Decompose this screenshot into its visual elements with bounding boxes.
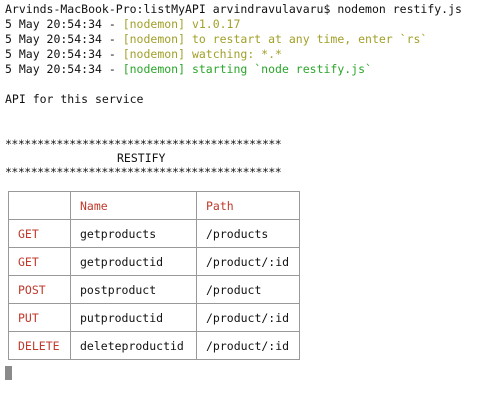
- log-line: 5 May 20:54:34 - [nodemon] v1.0.17: [5, 17, 495, 32]
- route-name: postproduct: [70, 275, 197, 304]
- route-method: DELETE: [8, 331, 71, 360]
- route-name: getproductid: [70, 247, 197, 276]
- route-path: /product/:id: [196, 331, 300, 360]
- log-message: [nodemon] starting `node restify.js`: [122, 62, 372, 76]
- route-path: /product/:id: [196, 247, 300, 276]
- route-name: getproducts: [70, 219, 197, 248]
- route-name: putproductid: [70, 303, 197, 332]
- log-message: [nodemon] watching: *.*: [122, 47, 282, 61]
- log-timestamp: 5 May 20:54:34 -: [5, 62, 123, 76]
- route-path: /product: [196, 275, 300, 304]
- log-line: 5 May 20:54:34 - [nodemon] starting `nod…: [5, 62, 495, 77]
- table-row: PUT putproductid /product/:id: [8, 303, 300, 332]
- log-line: 5 May 20:54:34 - [nodemon] watching: *.*: [5, 47, 495, 62]
- log-message: [nodemon] to restart at any time, enter …: [122, 32, 428, 46]
- route-method: GET: [8, 219, 71, 248]
- command-prompt-line: Arvinds-MacBook-Pro:listMyAPI arvindravu…: [5, 2, 462, 16]
- route-method: POST: [8, 275, 71, 304]
- log-timestamp: 5 May 20:54:34 -: [5, 17, 123, 31]
- table-row: GET getproductid /product/:id: [8, 247, 300, 276]
- route-method: GET: [8, 247, 71, 276]
- banner-title: RESTIFY: [117, 151, 166, 165]
- column-header-path: Path: [196, 191, 300, 220]
- api-heading: API for this service: [5, 92, 144, 106]
- table-row: DELETE deleteproductid /product/:id: [8, 331, 300, 360]
- terminal-output: Arvinds-MacBook-Pro:listMyAPI arvindravu…: [5, 2, 495, 179]
- log-message: [nodemon] v1.0.17: [122, 17, 241, 31]
- routes-table: Name Path GET getproducts /products GET …: [8, 191, 300, 360]
- route-method: PUT: [8, 303, 71, 332]
- log-timestamp: 5 May 20:54:34 -: [5, 47, 123, 61]
- route-path: /product/:id: [196, 303, 300, 332]
- route-name: deleteproductid: [70, 331, 197, 360]
- log-line: 5 May 20:54:34 - [nodemon] to restart at…: [5, 32, 495, 47]
- table-row: GET getproducts /products: [8, 219, 300, 248]
- table-header-row: Name Path: [8, 191, 300, 220]
- table-row: POST postproduct /product: [8, 275, 300, 304]
- column-header-method: [8, 191, 71, 220]
- route-path: /products: [196, 219, 300, 248]
- banner-stars-top: ****************************************…: [5, 137, 282, 151]
- terminal-cursor[interactable]: [5, 366, 12, 380]
- banner-stars-bottom: ****************************************…: [5, 165, 282, 179]
- column-header-name: Name: [70, 191, 197, 220]
- log-timestamp: 5 May 20:54:34 -: [5, 32, 123, 46]
